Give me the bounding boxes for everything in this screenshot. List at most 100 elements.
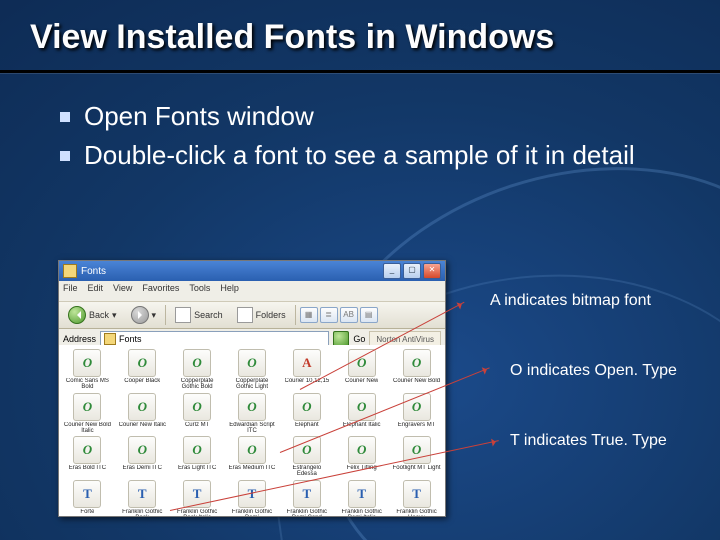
font-item[interactable]: OCourier New Italic bbox=[116, 393, 169, 435]
bitmap-font-icon: A bbox=[293, 349, 321, 377]
font-item[interactable]: TFranklin Gothic Book bbox=[116, 480, 169, 516]
bullet-text: Double-click a font to see a sample of i… bbox=[84, 139, 635, 172]
folders-label: Folders bbox=[256, 310, 286, 320]
address-value: Fonts bbox=[119, 334, 142, 344]
folders-button[interactable]: Folders bbox=[232, 304, 291, 326]
font-item[interactable]: TFranklin Gothic Book Italic bbox=[171, 480, 224, 516]
folder-icon bbox=[104, 333, 116, 345]
opentype-icon: O bbox=[183, 393, 211, 421]
font-name-label: Franklin Gothic Demi bbox=[227, 509, 277, 516]
font-name-label: Eras Demi ITC bbox=[123, 465, 162, 471]
minimize-button[interactable]: _ bbox=[383, 263, 401, 279]
slide-title: View Installed Fonts in Windows bbox=[30, 18, 690, 57]
font-name-label: Engravers MT bbox=[398, 422, 436, 428]
font-name-label: Eras Medium ITC bbox=[229, 465, 276, 471]
menu-tools[interactable]: Tools bbox=[189, 283, 210, 299]
truetype-icon: T bbox=[128, 480, 156, 508]
font-name-label: Courier New bbox=[345, 378, 378, 384]
font-item[interactable]: OEras Medium ITC bbox=[226, 436, 279, 478]
search-icon bbox=[175, 307, 191, 323]
bullet-list: Open Fonts window Double-click a font to… bbox=[60, 100, 680, 177]
font-name-label: Franklin Gothic Heavy bbox=[392, 509, 442, 516]
font-item[interactable]: OCopperplate Gothic Light bbox=[226, 349, 279, 391]
forward-button[interactable]: ▾ bbox=[126, 303, 162, 327]
font-item[interactable]: OComic Sans MS Bold bbox=[61, 349, 114, 391]
truetype-icon: T bbox=[73, 480, 101, 508]
toolbar-separator bbox=[165, 305, 166, 325]
back-button[interactable]: Back ▾ bbox=[63, 303, 122, 327]
opentype-icon: O bbox=[348, 349, 376, 377]
font-item[interactable]: OCopperplate Gothic Bold bbox=[171, 349, 224, 391]
font-name-label: Franklin Gothic Demi Cond bbox=[282, 509, 332, 516]
font-item[interactable]: OElephant bbox=[280, 393, 333, 435]
toolbar: Back ▾ ▾ Search Folders ▦ ≣ AB ▤ bbox=[59, 302, 445, 329]
font-name-label: Edwardian Script ITC bbox=[227, 422, 277, 435]
close-button[interactable]: ✕ bbox=[423, 263, 441, 279]
opentype-icon: O bbox=[183, 436, 211, 464]
font-item[interactable]: OCurlz MT bbox=[171, 393, 224, 435]
window-titlebar[interactable]: Fonts _ ▢ ✕ bbox=[59, 261, 445, 281]
font-name-label: Copperplate Gothic Bold bbox=[172, 378, 222, 391]
opentype-icon: O bbox=[128, 436, 156, 464]
menu-edit[interactable]: Edit bbox=[88, 283, 104, 299]
font-item[interactable]: TForte bbox=[61, 480, 114, 516]
view-large-icons-button[interactable]: ▦ bbox=[300, 307, 318, 323]
view-mode-group: ▦ ≣ AB ▤ bbox=[300, 307, 378, 323]
address-label: Address bbox=[63, 334, 96, 344]
maximize-button[interactable]: ▢ bbox=[403, 263, 421, 279]
font-name-label: Franklin Gothic Book Italic bbox=[172, 509, 222, 516]
font-item[interactable]: OEras Bold ITC bbox=[61, 436, 114, 478]
font-item[interactable]: OCourier New Bold bbox=[390, 349, 443, 391]
menu-file[interactable]: File bbox=[63, 283, 78, 299]
opentype-icon: O bbox=[128, 393, 156, 421]
search-button[interactable]: Search bbox=[170, 304, 228, 326]
font-name-label: Curlz MT bbox=[185, 422, 209, 428]
opentype-icon: O bbox=[238, 349, 266, 377]
font-name-label: Eras Light ITC bbox=[178, 465, 216, 471]
font-item[interactable]: OEstrangelo Edessa bbox=[280, 436, 333, 478]
font-name-label: Franklin Gothic Book bbox=[117, 509, 167, 516]
font-name-label: Franklin Gothic Demi Italic bbox=[337, 509, 387, 516]
font-item[interactable]: OEras Demi ITC bbox=[116, 436, 169, 478]
slide: View Installed Fonts in Windows Open Fon… bbox=[0, 0, 720, 540]
font-item[interactable]: OCooper Black bbox=[116, 349, 169, 391]
font-item[interactable]: OFelix Titling bbox=[335, 436, 388, 478]
font-item[interactable]: OEdwardian Script ITC bbox=[226, 393, 279, 435]
toolbar-separator bbox=[295, 305, 296, 325]
window-title: Fonts bbox=[81, 266, 106, 277]
folder-icon bbox=[63, 264, 77, 278]
fonts-window: Fonts _ ▢ ✕ File Edit View Favorites Too… bbox=[58, 260, 446, 517]
font-item[interactable]: TFranklin Gothic Heavy bbox=[390, 480, 443, 516]
view-similarity-button[interactable]: AB bbox=[340, 307, 358, 323]
font-name-label: Copperplate Gothic Light bbox=[227, 378, 277, 391]
annotation-truetype: T indicates True. Type bbox=[510, 432, 667, 450]
font-item[interactable]: TFranklin Gothic Demi bbox=[226, 480, 279, 516]
font-item[interactable]: OElephant Italic bbox=[335, 393, 388, 435]
opentype-icon: O bbox=[348, 436, 376, 464]
title-divider bbox=[0, 70, 720, 73]
font-item[interactable]: OEngravers MT bbox=[390, 393, 443, 435]
opentype-icon: O bbox=[348, 393, 376, 421]
font-name-label: Estrangelo Edessa bbox=[282, 465, 332, 478]
font-name-label: Courier 10,12,15 bbox=[285, 378, 330, 384]
menu-favorites[interactable]: Favorites bbox=[142, 283, 179, 299]
font-name-label: Comic Sans MS Bold bbox=[62, 378, 112, 391]
font-name-label: Courier New Italic bbox=[119, 422, 166, 428]
font-item[interactable]: OEras Light ITC bbox=[171, 436, 224, 478]
annotation-opentype: O indicates Open. Type bbox=[510, 362, 677, 380]
view-list-button[interactable]: ≣ bbox=[320, 307, 338, 323]
menu-help[interactable]: Help bbox=[220, 283, 239, 299]
bullet-icon bbox=[60, 112, 70, 122]
opentype-icon: O bbox=[293, 393, 321, 421]
opentype-icon: O bbox=[238, 436, 266, 464]
opentype-icon: O bbox=[73, 436, 101, 464]
menu-bar: File Edit View Favorites Tools Help bbox=[59, 281, 445, 302]
font-name-label: Courier New Bold bbox=[393, 378, 440, 384]
font-name-label: Eras Bold ITC bbox=[69, 465, 106, 471]
truetype-icon: T bbox=[403, 480, 431, 508]
menu-view[interactable]: View bbox=[113, 283, 132, 299]
font-item[interactable]: TFranklin Gothic Demi Italic bbox=[335, 480, 388, 516]
font-item[interactable]: OCourier New Bold Italic bbox=[61, 393, 114, 435]
truetype-icon: T bbox=[348, 480, 376, 508]
view-details-button[interactable]: ▤ bbox=[360, 307, 378, 323]
